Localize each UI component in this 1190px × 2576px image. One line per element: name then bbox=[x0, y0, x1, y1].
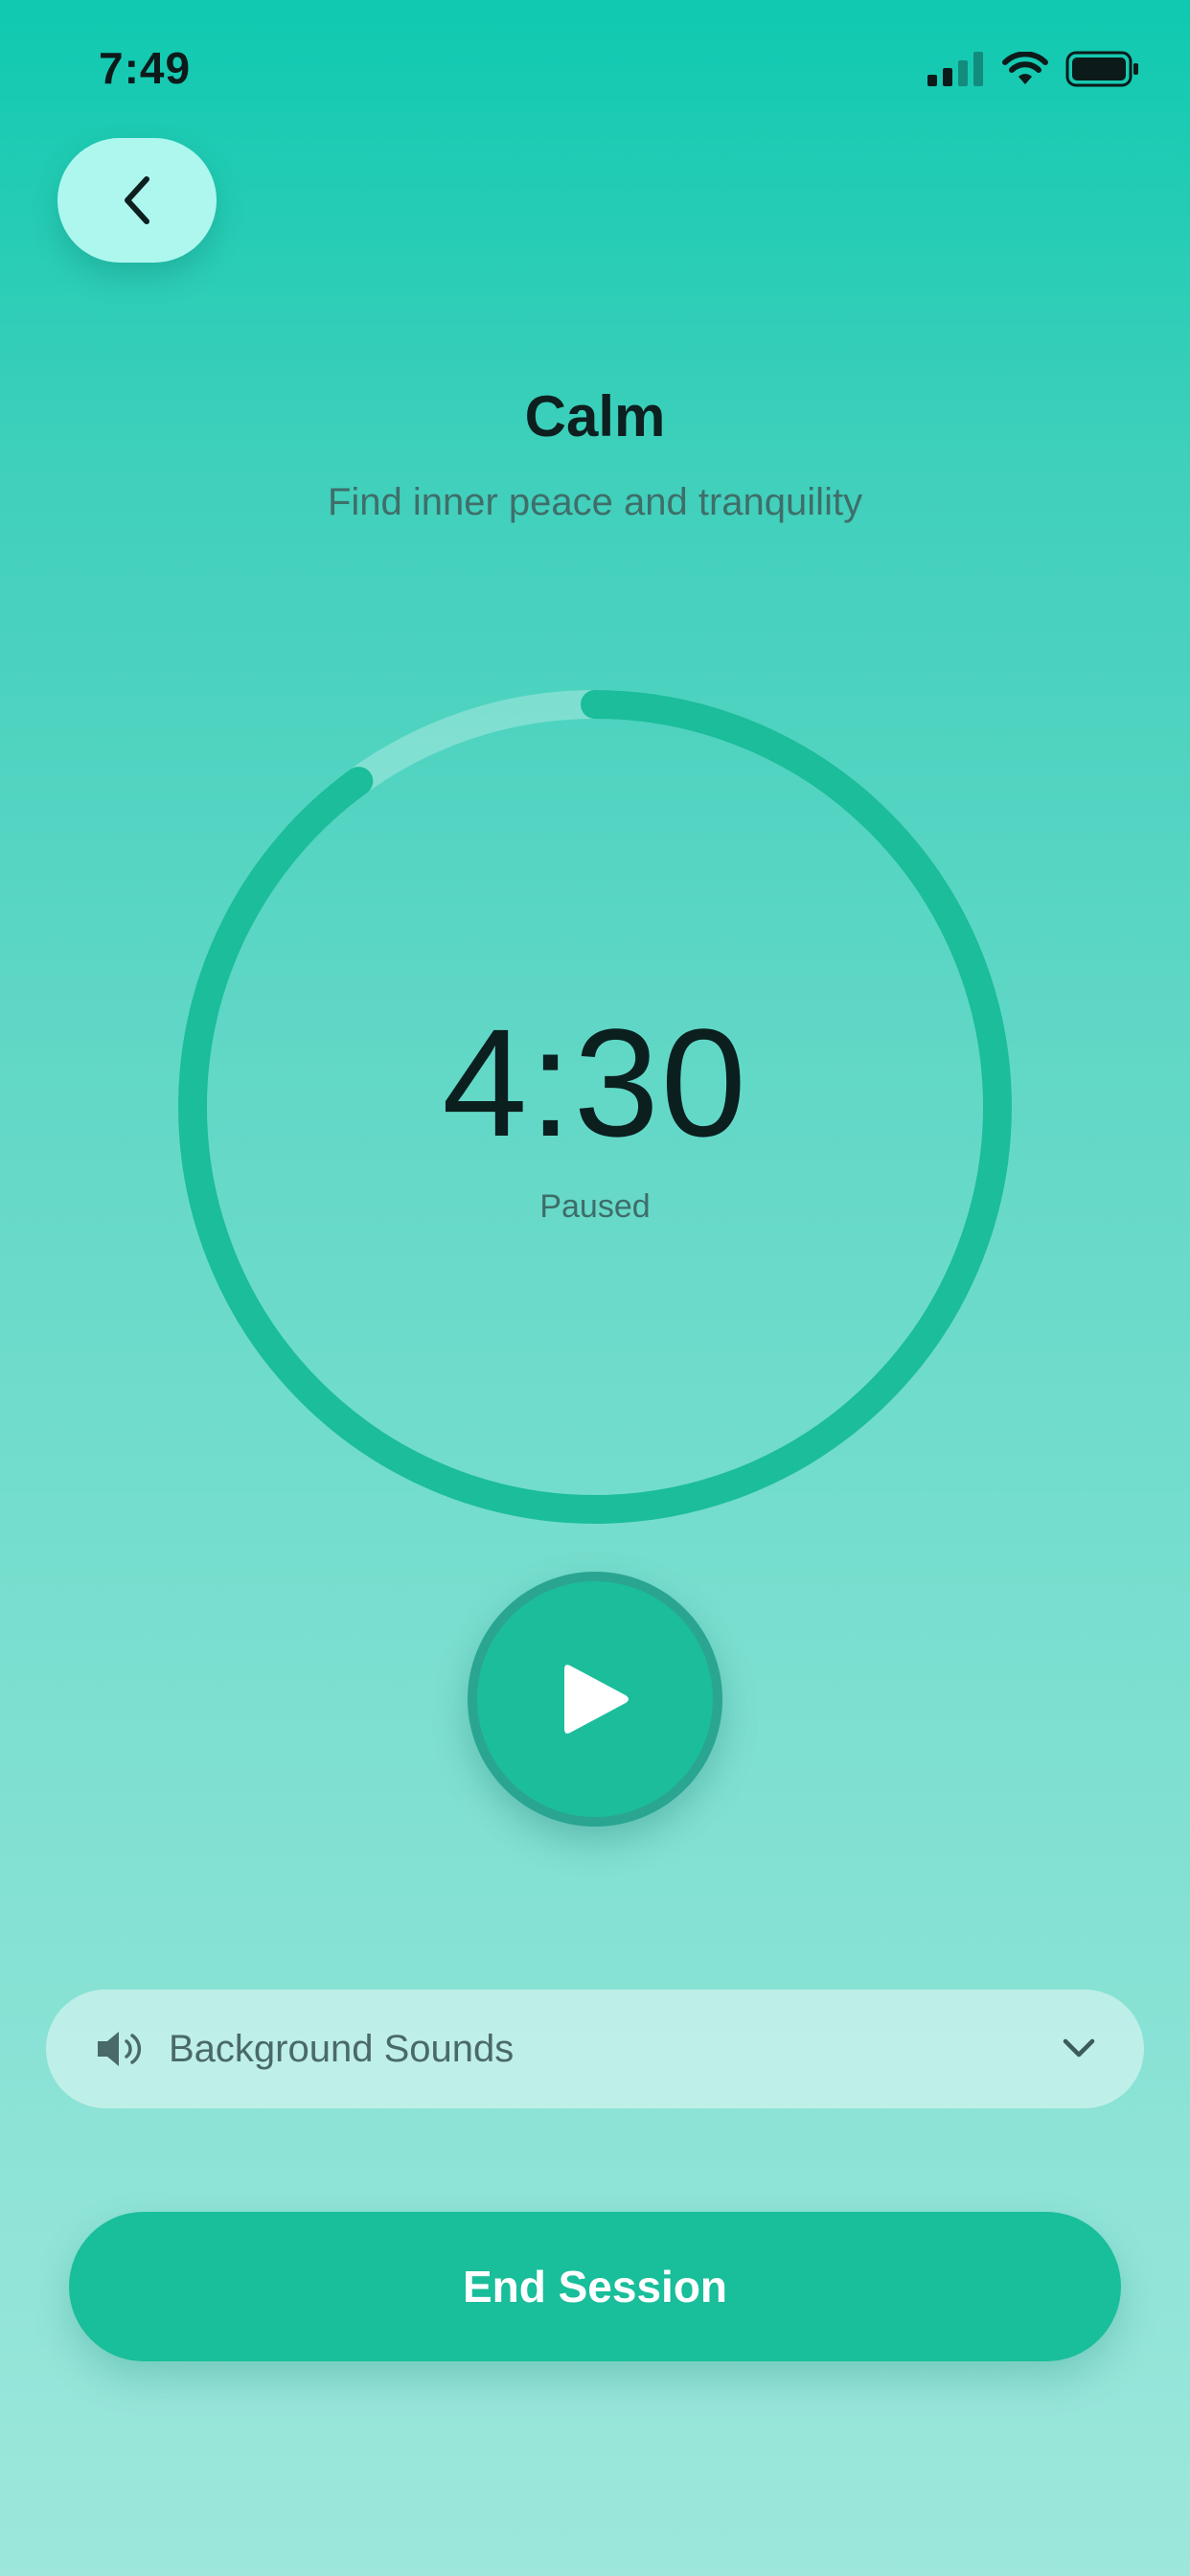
chevron-left-icon bbox=[125, 176, 149, 224]
page-subtitle: Find inner peace and tranquility bbox=[327, 481, 863, 523]
play-icon bbox=[564, 1665, 629, 1734]
play-button-inner bbox=[477, 1581, 713, 1817]
back-button[interactable] bbox=[57, 138, 217, 263]
page-title: Calm bbox=[524, 384, 666, 448]
timer: 4:30 Paused bbox=[178, 690, 1012, 1524]
timer-time: 4:30 bbox=[442, 997, 748, 1168]
end-session-button[interactable]: End Session bbox=[69, 2212, 1121, 2361]
chevron-down-icon bbox=[1063, 2038, 1095, 2058]
background-sounds-label: Background Sounds bbox=[169, 2027, 515, 2070]
battery-icon bbox=[1065, 51, 1138, 87]
status-time: 7:49 bbox=[99, 43, 192, 93]
status-icons bbox=[927, 50, 1140, 88]
timer-status: Paused bbox=[539, 1188, 651, 1225]
cellular-signal-icon bbox=[927, 52, 983, 86]
play-button[interactable] bbox=[468, 1572, 722, 1827]
speaker-icon bbox=[94, 2028, 146, 2070]
wifi-icon bbox=[1002, 52, 1048, 84]
background-sounds-dropdown[interactable]: Background Sounds bbox=[46, 1990, 1144, 2108]
meditation-screen: 7:49 Calm Find inner peace and tranquili… bbox=[0, 0, 1190, 2576]
